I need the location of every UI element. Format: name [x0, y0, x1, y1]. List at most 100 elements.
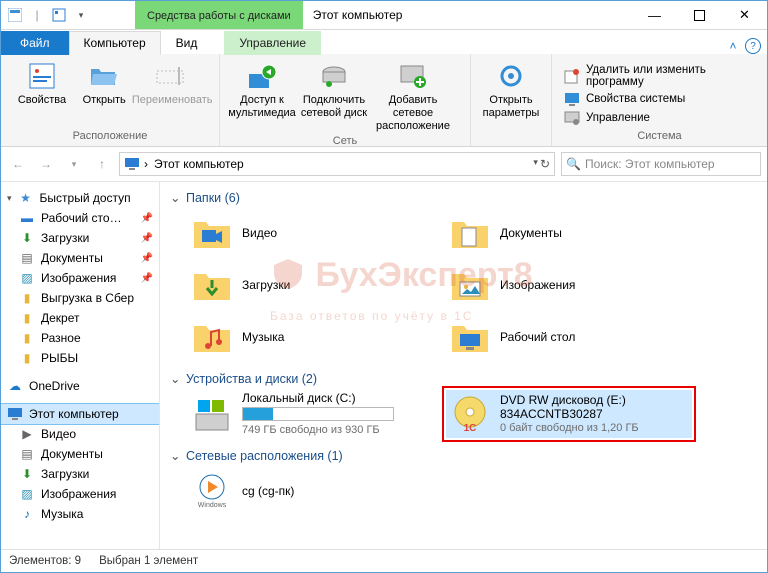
manage-icon	[564, 110, 580, 126]
tab-file[interactable]: Файл	[1, 31, 69, 55]
picture-icon: ▨	[19, 486, 35, 502]
address-dropdown-icon[interactable]: ▾	[533, 157, 538, 171]
properties-icon	[26, 60, 58, 92]
nav-item-pictures[interactable]: ▨Изображения	[1, 484, 159, 504]
back-button[interactable]: ←	[7, 153, 29, 175]
folder-tile-music[interactable]: Музыка	[188, 313, 416, 361]
refresh-icon[interactable]: ↻	[540, 157, 550, 171]
group-header-devices[interactable]: ⌄Устройства и диски (2)	[170, 371, 767, 386]
uninstall-programs-button[interactable]: Удалить или изменить программу	[564, 64, 755, 88]
chevron-down-icon: ⌄	[170, 190, 180, 205]
group-header-network[interactable]: ⌄Сетевые расположения (1)	[170, 448, 767, 463]
properties-button[interactable]: Свойства	[7, 58, 77, 107]
rename-icon	[156, 60, 188, 92]
download-icon: ⬇	[19, 466, 35, 482]
contextual-tab-disktools: Средства работы с дисками	[135, 1, 303, 29]
nav-item-documents[interactable]: ▤Документы📌	[1, 248, 159, 268]
qat-dropdown-icon[interactable]: ▾	[71, 5, 91, 25]
nav-item-downloads[interactable]: ⬇Загрузки	[1, 464, 159, 484]
nav-item-videos[interactable]: ▶Видео	[1, 424, 159, 444]
desktop-folder-icon	[450, 317, 490, 357]
folder-icon: ▮	[19, 350, 35, 366]
svg-text:Windows: Windows	[198, 502, 227, 509]
forward-button[interactable]: →	[35, 153, 57, 175]
nav-item-folder[interactable]: ▮Декрет	[1, 308, 159, 328]
qat-separator: |	[27, 5, 47, 25]
content-pane: БухЭксперт8 База ответов по учёту в 1С ⌄…	[160, 182, 767, 549]
folder-tile-pictures[interactable]: Изображения	[446, 261, 674, 309]
nav-this-pc[interactable]: Этот компьютер	[1, 404, 159, 424]
media-player-icon: Windows	[192, 471, 232, 511]
video-icon: ▶	[19, 426, 35, 442]
pin-icon: 📌	[141, 233, 153, 244]
nav-item-downloads[interactable]: ⬇Загрузки📌	[1, 228, 159, 248]
maximize-button[interactable]	[677, 1, 722, 29]
chevron-down-icon: ▾	[7, 193, 12, 204]
thispc-icon	[124, 157, 140, 171]
nav-item-documents[interactable]: ▤Документы	[1, 444, 159, 464]
search-placeholder: Поиск: Этот компьютер	[585, 157, 715, 171]
ribbon-collapse-icon[interactable]: ˄	[725, 38, 741, 54]
help-icon[interactable]: ?	[745, 38, 761, 54]
ribbon-tabs: Файл Компьютер Вид Управление ˄ ?	[1, 30, 767, 54]
breadcrumb-crumb[interactable]: Этот компьютер	[154, 157, 244, 171]
network-drive-icon	[318, 60, 350, 92]
folder-tile-desktop[interactable]: Рабочий стол	[446, 313, 674, 361]
document-icon: ▤	[19, 446, 35, 462]
videos-folder-icon	[192, 213, 232, 253]
picture-icon: ▨	[19, 270, 35, 286]
nav-item-music[interactable]: ♪Музыка	[1, 504, 159, 524]
chevron-down-icon: ⌄	[170, 448, 180, 463]
media-icon	[246, 60, 278, 92]
open-settings-button[interactable]: Открыть параметры	[477, 58, 545, 120]
group-header-folders[interactable]: ⌄Папки (6)	[170, 190, 767, 205]
nav-item-pictures[interactable]: ▨Изображения📌	[1, 268, 159, 288]
folder-tile-documents[interactable]: Документы	[446, 209, 674, 257]
qat-properties-icon[interactable]	[49, 5, 69, 25]
folder-tile-downloads[interactable]: Загрузки	[188, 261, 416, 309]
media-access-button[interactable]: Доступ к мультимедиа	[226, 58, 298, 120]
dvd-drive-icon: 1C	[450, 394, 490, 434]
network-tile[interactable]: Windows cg (cg-пк)	[188, 467, 416, 515]
recent-dropdown[interactable]: ▾	[63, 153, 85, 175]
nav-onedrive[interactable]: ☁OneDrive	[1, 376, 159, 396]
uninstall-icon	[564, 68, 580, 84]
search-input[interactable]: 🔍 Поиск: Этот компьютер	[561, 152, 761, 176]
pin-icon: 📌	[141, 253, 153, 264]
title-bar: | ▾ Средства работы с дисками Этот компь…	[1, 1, 767, 30]
download-icon: ⬇	[19, 230, 35, 246]
tab-view[interactable]: Вид	[161, 31, 213, 55]
nav-item-folder[interactable]: ▮Разное	[1, 328, 159, 348]
rename-button: Переименовать	[131, 58, 213, 107]
monitor-icon: ▬	[19, 210, 35, 226]
status-bar: Элементов: 9 Выбран 1 элемент	[1, 549, 767, 572]
ribbon-group-system: Система	[552, 128, 767, 146]
document-icon: ▤	[19, 250, 35, 266]
up-button[interactable]: ↑	[91, 153, 113, 175]
folder-icon: ▮	[19, 290, 35, 306]
nav-item-folder[interactable]: ▮Выгрузка в Сбер	[1, 288, 159, 308]
address-bar-row: ← → ▾ ↑ › Этот компьютер ▾ ↻ 🔍 Поиск: Эт…	[1, 147, 767, 182]
minimize-button[interactable]: —	[632, 1, 677, 29]
app-icon[interactable]	[5, 5, 25, 25]
nav-quick-access[interactable]: ▾★Быстрый доступ	[1, 188, 159, 208]
window-title: Этот компьютер	[303, 1, 632, 29]
nav-item-folder[interactable]: ▮РЫБЫ	[1, 348, 159, 368]
folder-tile-videos[interactable]: Видео	[188, 209, 416, 257]
drive-tile-dvd[interactable]: 1C DVD RW дисковод (E:) 834ACCNTB30287 0…	[446, 390, 692, 438]
nav-item-desktop[interactable]: ▬Рабочий сто…📌	[1, 208, 159, 228]
system-properties-button[interactable]: Свойства системы	[564, 91, 755, 107]
pin-icon: 📌	[141, 213, 153, 224]
add-network-location-button[interactable]: Добавить сетевое расположение	[370, 58, 456, 133]
drive-usage-bar	[242, 407, 394, 421]
navigation-pane[interactable]: ▾★Быстрый доступ ▬Рабочий сто…📌 ⬇Загрузк…	[1, 182, 160, 549]
map-drive-button[interactable]: Подключить сетевой диск	[298, 58, 370, 120]
tab-manage[interactable]: Управление	[224, 31, 321, 55]
svg-text:1C: 1C	[464, 423, 477, 434]
open-button[interactable]: Открыть	[77, 58, 131, 107]
breadcrumb-bar[interactable]: › Этот компьютер ▾ ↻	[119, 152, 555, 176]
manage-button[interactable]: Управление	[564, 110, 755, 126]
tab-computer[interactable]: Компьютер	[69, 31, 161, 55]
close-button[interactable]: ✕	[722, 1, 767, 29]
drive-tile-c[interactable]: Локальный диск (C:) 749 ГБ свободно из 9…	[188, 390, 416, 438]
